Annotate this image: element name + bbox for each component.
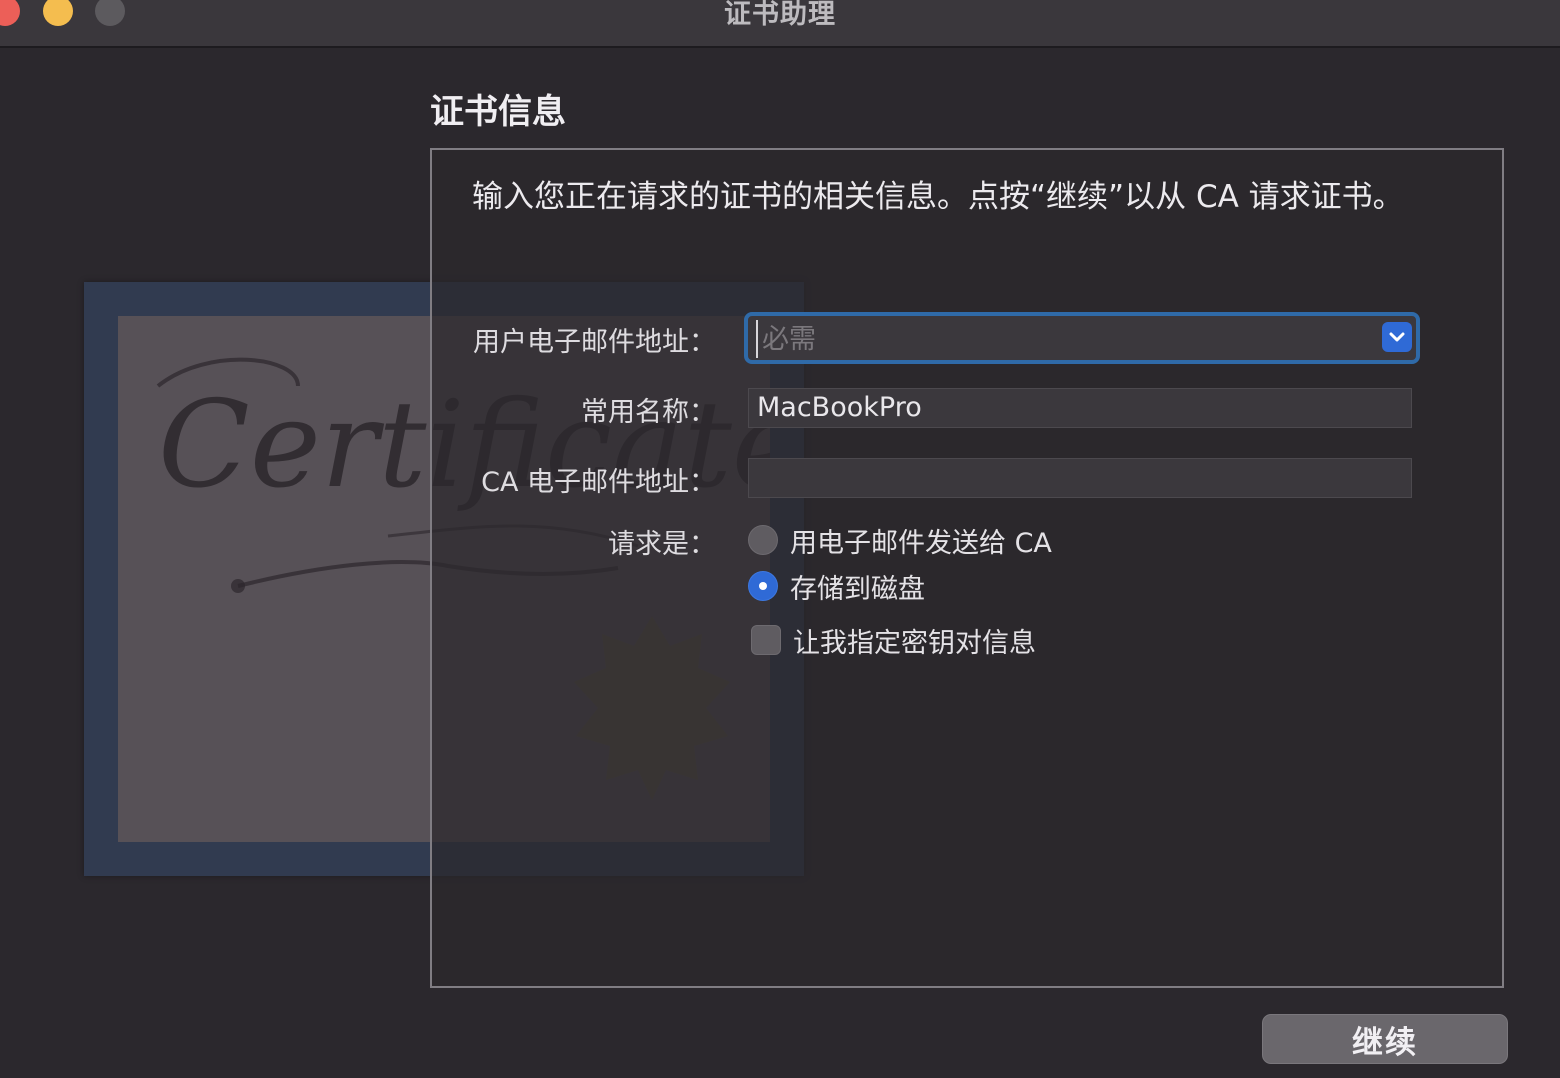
radio-email-to-ca[interactable]: 用电子邮件发送给 CA xyxy=(748,522,1052,559)
request-label: 请求是： xyxy=(608,529,716,560)
ca-email-field[interactable] xyxy=(748,458,1412,498)
user-email-label: 用户电子邮件地址： xyxy=(473,327,716,358)
chevron-down-icon xyxy=(1389,332,1405,342)
common-name-field[interactable]: MacBookPro xyxy=(748,388,1412,428)
radio-save-to-disk-label: 存储到磁盘 xyxy=(790,573,925,605)
key-pair-checkbox-row[interactable]: 让我指定密钥对信息 xyxy=(748,622,1036,659)
user-email-field[interactable] xyxy=(756,320,1364,358)
radio-save-to-disk[interactable]: 存储到磁盘 xyxy=(748,568,925,605)
common-name-label: 常用名称： xyxy=(581,397,716,428)
user-email-combobox[interactable] xyxy=(744,312,1420,364)
user-email-dropdown-button[interactable] xyxy=(1382,322,1412,352)
intro-text: 输入您正在请求的证书的相关信息。点按“继续”以从 CA 请求证书。 xyxy=(472,179,1404,215)
radio-email-to-ca-label: 用电子邮件发送给 CA xyxy=(790,527,1052,559)
key-pair-checkbox-label: 让我指定密钥对信息 xyxy=(793,627,1036,659)
title-bar: 证书助理 xyxy=(0,0,1560,48)
ca-email-label: CA 电子邮件地址： xyxy=(481,467,716,498)
continue-button[interactable]: 继续 xyxy=(1262,1014,1508,1064)
certificate-info-panel: 输入您正在请求的证书的相关信息。点按“继续”以从 CA 请求证书。 用户电子邮件… xyxy=(430,148,1504,988)
key-pair-checkbox[interactable] xyxy=(751,625,781,655)
window-title: 证书助理 xyxy=(724,0,836,30)
section-title: 证书信息 xyxy=(430,92,566,132)
radio-save-to-disk-button[interactable] xyxy=(748,571,778,601)
radio-email-to-ca-button[interactable] xyxy=(748,525,778,555)
